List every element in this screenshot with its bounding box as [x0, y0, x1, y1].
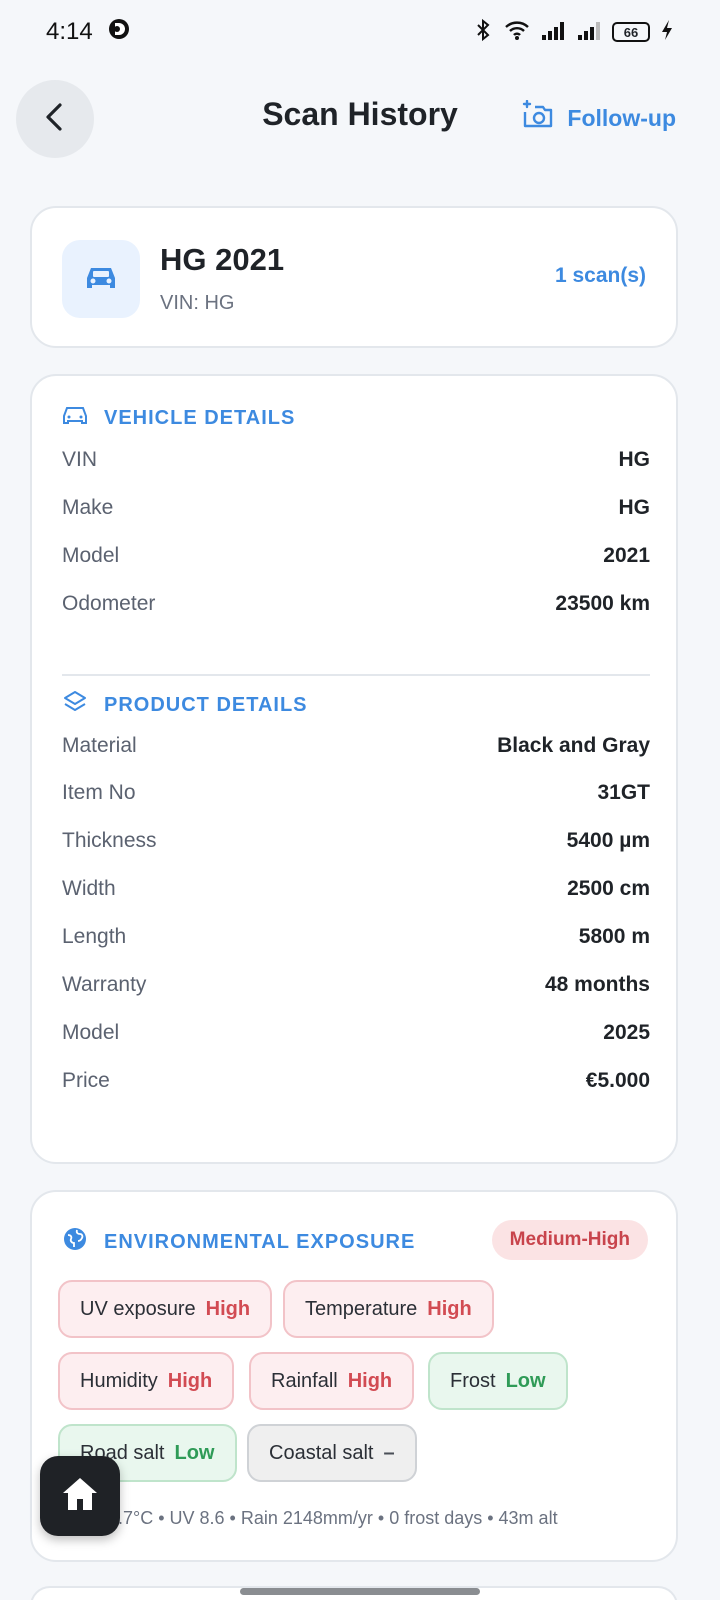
product-details-heading: PRODUCT DETAILS [62, 690, 308, 720]
signal-icon-2 [576, 19, 602, 46]
detail-label: Make [62, 496, 114, 519]
detail-value: 5400 µm [566, 829, 650, 852]
detail-row-length: Length 5800 m [62, 925, 650, 949]
layers-icon [62, 690, 88, 720]
vehicle-vin: VIN: HG [160, 292, 235, 314]
chip-value: High [427, 1297, 472, 1320]
car-outline-icon [62, 404, 88, 432]
home-icon [60, 1475, 100, 1518]
environment-heading-text: ENVIRONMENTAL EXPOSURE [104, 1230, 416, 1253]
vehicle-details-heading: VEHICLE DETAILS [62, 404, 295, 432]
section-divider [62, 674, 650, 676]
detail-row-price: Price €5.000 [62, 1069, 650, 1093]
scan-count-badge: 1 scan(s) [554, 264, 646, 287]
chip-frost: Frost Low [428, 1352, 568, 1410]
detail-label: Item No [62, 781, 136, 804]
chip-label: Humidity [80, 1369, 158, 1392]
vehicle-summary-card[interactable]: HG 2021 VIN: HG 1 scan(s) [30, 206, 678, 348]
detail-value: 2500 cm [567, 877, 650, 900]
chip-coastal-salt: Coastal salt – [247, 1424, 417, 1482]
chip-rainfall: Rainfall High [249, 1352, 415, 1410]
charging-icon [660, 19, 674, 46]
detail-label: Material [62, 734, 137, 757]
detail-label: Thickness [62, 829, 157, 852]
detail-label: Model [62, 1021, 120, 1044]
chip-value: High [205, 1297, 251, 1320]
status-bar: 4:14 66 [0, 0, 720, 64]
bluetooth-icon [474, 18, 494, 47]
detail-value: HG [618, 496, 651, 519]
detail-row-odometer: Odometer 23500 km [62, 592, 650, 616]
vehicle-avatar [62, 240, 140, 318]
product-details-heading-text: PRODUCT DETAILS [104, 693, 308, 716]
detail-label: Odometer [62, 592, 156, 615]
chip-value: High [347, 1369, 393, 1392]
detail-row-width: Width 2500 cm [62, 877, 650, 901]
detail-value: HG [618, 448, 651, 471]
detail-row-model: Model 2021 [62, 544, 650, 568]
vehicle-details-heading-text: VEHICLE DETAILS [104, 406, 296, 429]
app-notification-icon [107, 17, 131, 48]
chip-value: – [383, 1441, 395, 1464]
detail-row-warranty: Warranty 48 months [62, 973, 650, 997]
follow-up-button[interactable]: Follow-up [521, 99, 676, 136]
detail-label: Length [62, 925, 127, 948]
status-time: 4:14 [46, 18, 93, 45]
detail-value: 23500 km [555, 592, 650, 615]
chip-label: UV exposure [80, 1297, 196, 1320]
home-button[interactable] [40, 1456, 120, 1536]
follow-up-label: Follow-up [567, 104, 676, 131]
chip-label: Frost [450, 1369, 496, 1392]
chip-label: Coastal salt [269, 1441, 374, 1464]
battery-icon: 66 [612, 22, 650, 42]
detail-label: Warranty [62, 973, 147, 996]
add-photo-icon [521, 99, 553, 136]
detail-value: 2021 [603, 544, 650, 567]
vehicle-title: HG 2021 [160, 242, 285, 277]
detail-value: 48 months [544, 973, 650, 996]
car-icon [84, 262, 118, 297]
chip-value: Low [505, 1369, 546, 1392]
detail-value: 5800 m [578, 925, 650, 948]
globe-icon [62, 1226, 88, 1258]
chip-temperature: Temperature High [283, 1280, 494, 1338]
chip-label: Temperature [305, 1297, 418, 1320]
detail-row-product-model: Model 2025 [62, 1021, 650, 1045]
app-header: Scan History Follow-up [0, 78, 720, 160]
gesture-nav-bar[interactable] [240, 1588, 480, 1595]
environment-heading: ENVIRONMENTAL EXPOSURE [62, 1226, 415, 1258]
detail-label: Model [62, 544, 120, 567]
signal-icon [540, 19, 566, 46]
detail-value: 31GT [597, 781, 650, 804]
detail-row-make: Make HG [62, 496, 650, 520]
detail-row-material: Material Black and Gray [62, 734, 650, 758]
exposure-level-badge: Medium-High [491, 1220, 648, 1260]
detail-value: 2025 [603, 1021, 650, 1044]
detail-row-item-no: Item No 31GT [62, 781, 650, 805]
details-card: VEHICLE DETAILS VIN HG Make HG Model 2021 O… [30, 374, 678, 1164]
detail-value: €5.000 [585, 1069, 650, 1092]
detail-label: Price [62, 1069, 110, 1092]
detail-label: VIN [62, 448, 98, 471]
chip-label: Rainfall [271, 1369, 338, 1392]
wifi-icon [504, 19, 530, 46]
chip-value: High [167, 1369, 213, 1392]
detail-row-thickness: Thickness 5400 µm [62, 829, 650, 853]
chip-humidity: Humidity High [58, 1352, 235, 1410]
detail-label: Width [62, 877, 116, 900]
detail-row-vin: VIN HG [62, 448, 650, 472]
chip-uv-exposure: UV exposure High [58, 1280, 273, 1338]
detail-value: Black and Gray [497, 734, 650, 757]
climate-summary: .7°C • UV 8.6 • Rain 2148mm/yr • 0 frost… [118, 1508, 558, 1528]
chip-value: Low [174, 1441, 215, 1464]
environmental-exposure-card: ENVIRONMENTAL EXPOSURE Medium-High UV ex… [30, 1190, 678, 1562]
